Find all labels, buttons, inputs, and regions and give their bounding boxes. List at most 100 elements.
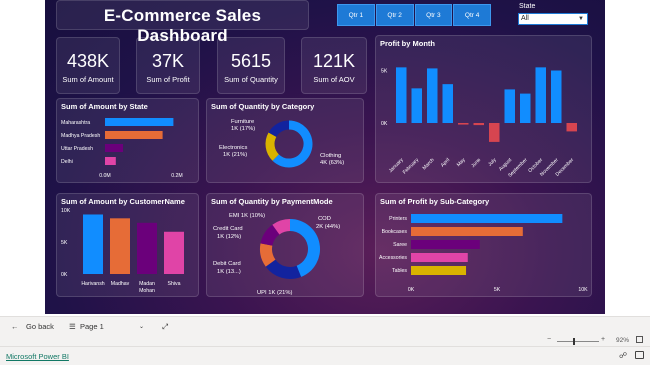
fullscreen-icon[interactable] <box>635 351 644 359</box>
y-tick-label: Bookcases <box>382 229 408 235</box>
x-tick-label: July <box>487 157 498 168</box>
zoom-in-icon[interactable]: + <box>601 336 605 343</box>
bar <box>396 67 407 123</box>
quarter-button[interactable]: Qtr 2 <box>375 4 414 26</box>
y-tick-label: Saree <box>393 242 407 248</box>
slice-label: EMI 1K (10%) <box>229 213 265 219</box>
zoom-slider-handle[interactable] <box>573 338 575 345</box>
page-list-icon: ☰ <box>69 322 76 331</box>
state-dropdown[interactable]: All ▼ <box>518 13 588 25</box>
x-tick-label: Madan <box>139 281 155 287</box>
x-tick-label: February <box>402 157 421 176</box>
bar <box>411 214 563 223</box>
slice-label: 1K (12%) <box>217 234 241 240</box>
quarter-button[interactable]: Qtr 4 <box>453 4 491 26</box>
profit-by-month-chart: 5K0KJanuaryFebruary March April May June July… <box>381 67 577 179</box>
panel-amount-by-customer[interactable]: Sum of Amount by CustomerName 10K 5K 0K Har… <box>56 193 199 297</box>
slice-label: 1K (13...) <box>217 269 241 275</box>
bar <box>411 253 468 262</box>
panel-quantity-by-payment[interactable]: Sum of Quantity by PaymentMode COD 2K (44… <box>206 193 364 297</box>
zoom-bar: − + 92% <box>0 336 650 346</box>
share-icon[interactable]: ☍ <box>619 351 627 360</box>
panel-profit-by-month[interactable]: Profit by Month 5K 0K January February March… <box>375 35 592 183</box>
x-tick-label: April <box>440 157 451 168</box>
amount-by-state-chart: Maharashtra Madhya Pradesh Uttar Pradesh De… <box>61 118 183 179</box>
slice-label: 1K (17%) <box>231 126 255 132</box>
state-dropdown-value: All <box>521 15 529 22</box>
bar <box>105 131 163 139</box>
y-tick-label: Madhya Pradesh <box>61 133 100 139</box>
power-bi-link[interactable]: Microsoft Power BI <box>6 352 69 361</box>
y-tick-label: Printers <box>389 216 407 222</box>
zoom-slider[interactable] <box>557 338 599 345</box>
x-tick-label: 5K <box>494 287 501 293</box>
bar <box>458 123 469 125</box>
kpi-card-profit: 37K Sum of Profit <box>136 37 200 94</box>
y-tick-label: Delhi <box>61 159 73 165</box>
go-back-button[interactable]: Go back <box>26 322 54 331</box>
back-arrow-icon[interactable]: ← <box>11 322 19 331</box>
kpi-value: 438K <box>66 51 110 71</box>
y-tick-label: 5K <box>381 69 388 75</box>
kpi-card-aov: 121K Sum of AOV <box>301 37 367 94</box>
amount-by-customer-chart: 10K 5K 0K Harivansh Madhav MadanMohan Shiva <box>61 208 184 294</box>
x-tick-label: May <box>456 157 467 168</box>
panel-profit-by-subcategory[interactable]: Sum of Profit by Sub-Category Printers Bo… <box>375 193 592 297</box>
y-tick-label: Accessories <box>379 255 407 261</box>
bar <box>427 68 438 123</box>
slice-label: Electronics <box>219 145 247 151</box>
slice-label: COD <box>318 216 331 222</box>
page-selector[interactable]: Page 1 <box>80 322 104 331</box>
panel-amount-by-state[interactable]: Sum of Amount by State Maharashtra Madhya… <box>56 98 199 183</box>
fit-page-icon[interactable] <box>636 336 643 343</box>
bar <box>566 123 577 132</box>
zoom-out-icon[interactable]: − <box>547 336 551 343</box>
kpi-value: 5615 <box>230 51 272 71</box>
chevron-down-icon: ▼ <box>578 16 584 22</box>
slice-label: Furniture <box>231 119 254 125</box>
quarter-slicer: Qtr 1 Qtr 2 Qtr 3 Qtr 4 <box>337 4 491 26</box>
x-tick-label: June <box>470 157 482 169</box>
page-navigation-bar: ← Go back ☰ Page 1 ⌄ ⤢ <box>0 316 650 336</box>
bar <box>105 157 116 165</box>
bar <box>473 123 484 126</box>
donut-slice <box>265 259 302 279</box>
report-stage: E-Commerce Sales Dashboard Qtr 1 Qtr 2 Q… <box>0 0 650 316</box>
bar <box>551 70 562 123</box>
slice-label: Debit Card <box>213 261 241 267</box>
x-tick-label: 0.0M <box>99 173 111 179</box>
kpi-value: 37K <box>151 51 185 71</box>
bar <box>105 144 123 152</box>
x-tick-label: Shiva <box>168 281 181 287</box>
y-tick-label: Maharashtra <box>61 120 90 126</box>
bar <box>504 89 515 123</box>
slice-label: 2K (44%) <box>316 224 340 230</box>
y-tick-label: 0K <box>61 272 68 278</box>
bar <box>411 240 480 249</box>
y-tick-label: 5K <box>61 240 68 246</box>
state-filter-label: State <box>519 3 536 10</box>
kpi-label: Sum of Profit <box>146 75 190 84</box>
x-tick-label: 0.2M <box>171 173 183 179</box>
profit-by-subcategory-chart: Printers Bookcases Saree Accessories Tables 0… <box>379 214 588 293</box>
slice-label: Credit Card <box>213 226 243 232</box>
bar <box>164 231 184 274</box>
kpi-label: Sum of Quantity <box>224 75 278 84</box>
donut-slice <box>260 243 276 267</box>
y-tick-label: Tables <box>392 268 407 274</box>
x-tick-label: 10K <box>578 287 588 293</box>
panel-quantity-by-category[interactable]: Sum of Quantity by Category Clothing 4K (… <box>206 98 364 183</box>
y-tick-label: 10K <box>61 208 71 214</box>
donut-slice <box>268 120 290 138</box>
x-tick-label: 0K <box>408 287 415 293</box>
footer-bar: Microsoft Power BI ☍ <box>0 346 650 365</box>
bar <box>489 123 500 142</box>
quarter-button[interactable]: Qtr 3 <box>414 4 453 26</box>
expand-icon[interactable]: ⤢ <box>162 322 168 332</box>
zoom-level: 92% <box>616 337 630 344</box>
quarter-button[interactable]: Qtr 1 <box>337 4 375 26</box>
x-tick-label: Mohan <box>139 288 155 294</box>
donut-slice <box>265 132 280 161</box>
bar <box>411 88 422 123</box>
chevron-down-icon[interactable]: ⌄ <box>139 323 144 330</box>
